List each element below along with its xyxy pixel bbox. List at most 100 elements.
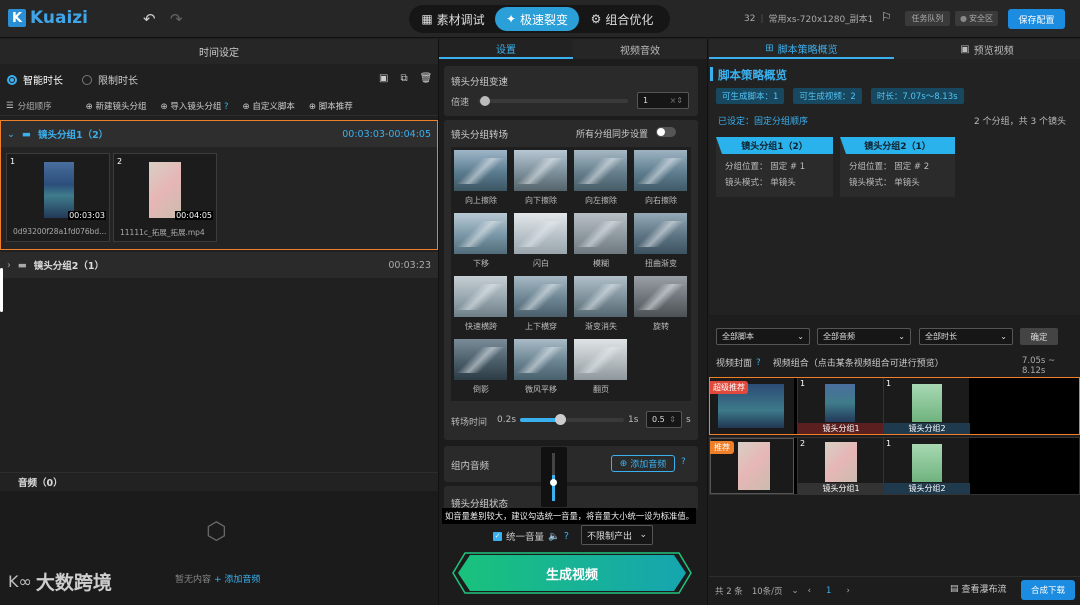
transition-time-input[interactable]: 0.5 ⇕: [646, 411, 682, 428]
volume-thumb[interactable]: [550, 479, 557, 486]
group-tools: ▣ ⧉ 🗑: [379, 73, 432, 84]
speed-card: 镜头分组变速 倍速 1 ×⇕: [444, 66, 698, 116]
tab-fast-fission[interactable]: ✦ 极速裂变: [495, 7, 579, 31]
tab-script-strategy[interactable]: ⊞ 脚本策略概览: [709, 39, 894, 59]
result-row-2[interactable]: 推荐 2 镜头分组1 1 镜头分组2: [709, 437, 1080, 495]
prev-page-icon[interactable]: ‹: [808, 586, 811, 596]
next-page-icon[interactable]: ›: [846, 586, 849, 596]
waterfall-icon: ▤: [950, 583, 959, 594]
tab-settings[interactable]: 设置: [439, 39, 573, 59]
summary-text: 2 个分组，共 3 个镜头: [974, 117, 1067, 127]
save-config-button[interactable]: 保存配置: [1008, 9, 1065, 29]
output-limit-select[interactable]: 不限制产出 ⌄: [581, 525, 653, 545]
mountain-shape: [454, 221, 507, 247]
app-logo[interactable]: K Kuaizi: [8, 8, 88, 28]
gear-icon: ⚙: [590, 12, 602, 26]
task-queue-button[interactable]: 任务队列: [905, 11, 950, 26]
result-row-1[interactable]: 超级推荐 1 1 镜头分组1 1 镜头分组2: [709, 377, 1080, 435]
transition-option[interactable]: 下移: [453, 213, 509, 271]
transition-option[interactable]: 渐变消失: [573, 276, 629, 334]
export-icon[interactable]: ⧉: [400, 73, 407, 84]
group-state-card: 镜头分组状态: [444, 486, 698, 510]
plus-circle-icon: ⊕: [619, 458, 628, 469]
tab-preview-video[interactable]: ▣ 预览视频: [894, 39, 1080, 59]
import-group-button[interactable]: ⊕ 导入镜头分组 ?: [160, 100, 228, 112]
group-1-header[interactable]: ⌄ ▬ 镜头分组1（2） 00:03:03-00:04:05: [1, 121, 437, 147]
middle-tabs: 设置 视频音效: [439, 39, 707, 59]
script-recommend-button[interactable]: ⊕ 脚本推荐: [309, 100, 353, 112]
clip-card-1[interactable]: 1 00:03:03 0d93200f28a1fd076bd...: [6, 153, 110, 242]
add-audio-link[interactable]: + 添加音频: [214, 572, 260, 585]
confirm-button[interactable]: 确定: [1020, 328, 1058, 345]
redo-icon[interactable]: ↷: [170, 10, 183, 28]
mountain-shape: [634, 221, 687, 247]
transition-option[interactable]: 向下擦除: [513, 150, 569, 208]
safe-zone-toggle[interactable]: ● 安全区: [955, 11, 998, 26]
combo-cell[interactable]: 1 镜头分组2: [883, 438, 970, 494]
custom-script-button[interactable]: ⊕ 自定义脚本: [243, 100, 295, 112]
trash-icon[interactable]: 🗑: [420, 73, 433, 84]
add-audio-button[interactable]: ⊕ 添加音频: [611, 455, 675, 472]
transition-label: 倒影: [473, 385, 489, 394]
combo-cell[interactable]: 2 镜头分组1: [797, 438, 884, 494]
setting-text: 已设定：固定分组顺序: [718, 117, 809, 127]
mountain-shape: [454, 158, 507, 184]
transition-label: 模糊: [593, 259, 609, 268]
volume-tooltip: 如音量差别较大，建议勾选统一音量，将音量大小统一设为标准值。: [442, 508, 696, 524]
project-info: 32 | 常用xs-720x1280_副本1: [744, 13, 874, 26]
transition-option[interactable]: 微风平移: [513, 339, 569, 397]
tab-combo-optimize[interactable]: ⚙ 组合优化: [579, 7, 665, 31]
save-icon[interactable]: ▣: [379, 73, 388, 84]
transition-option[interactable]: 向上擦除: [453, 150, 509, 208]
clip-card-2[interactable]: 2 00:04:05 11111c_拓展_拓展.mp4: [113, 153, 217, 242]
filter-duration[interactable]: 全部时长 ⌄: [919, 328, 1013, 345]
speed-input[interactable]: 1 ×⇕: [637, 92, 689, 109]
sync-toggle[interactable]: [656, 127, 676, 137]
radio-icon: [82, 74, 92, 85]
transition-option[interactable]: 翻页: [573, 339, 629, 397]
transition-label: 向上擦除: [465, 196, 497, 205]
transition-option[interactable]: 闪白: [513, 213, 569, 271]
transition-label: 旋转: [653, 322, 669, 331]
total-count: 共 2 条: [715, 587, 743, 597]
transition-option[interactable]: 扭曲渐变: [633, 213, 689, 271]
new-group-button[interactable]: ⊕ 新建镜头分组: [86, 100, 147, 112]
tab-video-effects[interactable]: 视频音效: [573, 39, 707, 59]
compose-download-button[interactable]: 合成下载: [1021, 580, 1075, 600]
undo-icon[interactable]: ↶: [143, 10, 156, 28]
mode-smart[interactable]: 智能时长: [7, 72, 63, 87]
unify-volume-checkbox[interactable]: ✓ 统一音量 🔈 ?: [493, 529, 569, 543]
strategy-title: 脚本策略概览: [718, 68, 787, 82]
tab-material-debug[interactable]: ▦ 素材调试: [411, 7, 495, 31]
transition-grid: 向上擦除 向下擦除 向左擦除 向右擦除下移 闪白 模糊 扭曲渐变快速横跨 上下横穿 渐变消失 旋转…: [451, 147, 691, 401]
mode-limit[interactable]: 限制时长: [82, 72, 138, 87]
combo-cell[interactable]: 1 镜头分组1: [797, 378, 884, 434]
transition-option[interactable]: 快速横跨: [453, 276, 509, 334]
speed-slider[interactable]: [478, 99, 628, 103]
page-size-select[interactable]: 10条/页: [752, 585, 783, 597]
transition-time-thumb[interactable]: [555, 414, 566, 425]
filter-audio[interactable]: 全部音频 ⌄: [817, 328, 911, 345]
filter-scripts[interactable]: 全部脚本 ⌄: [716, 328, 810, 345]
speed-slider-thumb[interactable]: [480, 96, 490, 106]
group-2-header[interactable]: › ▬ 镜头分组2（1） 00:03:23: [0, 252, 438, 278]
group-audio-card: 组内音频 ⊕ 添加音频 ?: [444, 446, 698, 482]
current-page[interactable]: 1: [826, 586, 831, 596]
transition-option[interactable]: 旋转: [633, 276, 689, 334]
transition-label: 扭曲渐变: [645, 259, 677, 268]
waterfall-link[interactable]: ▤ 查看瀑布流: [950, 582, 1007, 596]
transition-option[interactable]: 上下横穿: [513, 276, 569, 334]
side-handle[interactable]: [0, 268, 3, 312]
combo-cell[interactable]: 1 镜头分组2: [883, 378, 970, 434]
transition-option[interactable]: 模糊: [573, 213, 629, 271]
transition-option[interactable]: 倒影: [453, 339, 509, 397]
pin-icon[interactable]: ⚐: [881, 10, 892, 24]
empty-box-icon: ⬡: [206, 517, 227, 545]
help-icon[interactable]: ?: [681, 457, 686, 467]
badge-duration: 时长：7.07s～8.13s: [870, 88, 964, 104]
transition-option[interactable]: 向右擦除: [633, 150, 689, 208]
transition-label: 翻页: [593, 385, 609, 394]
transition-option[interactable]: 向左擦除: [573, 150, 629, 208]
transition-time-slider[interactable]: [520, 418, 624, 422]
generate-video-button[interactable]: 生成视频: [458, 555, 686, 591]
